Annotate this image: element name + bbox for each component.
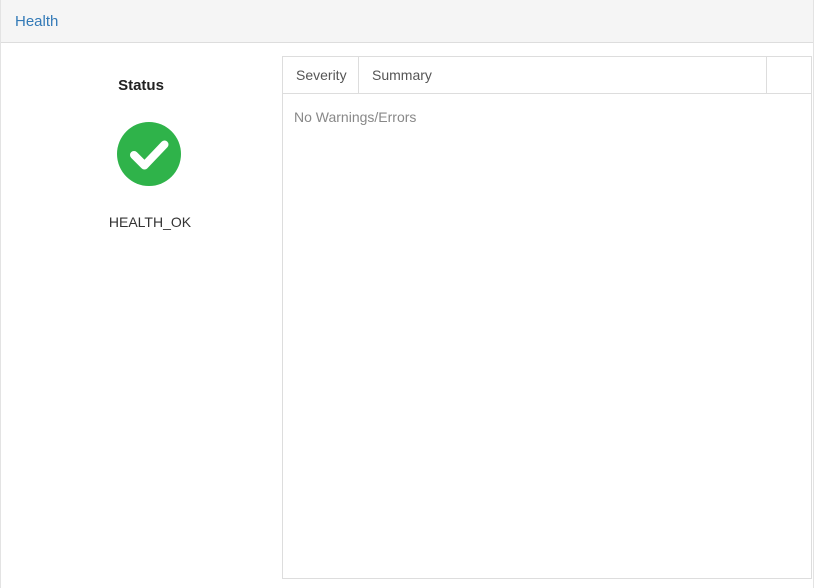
- column-header-severity[interactable]: Severity: [283, 57, 359, 93]
- panel-title-link[interactable]: Health: [15, 13, 58, 30]
- warnings-table: Severity Summary No Warnings/Errors: [282, 56, 812, 579]
- health-status-value: HEALTH_OK: [108, 214, 192, 230]
- panel-heading: Health: [1, 0, 813, 43]
- column-header-extra: [767, 57, 811, 93]
- table-header-row: Severity Summary: [283, 57, 811, 94]
- check-circle-icon: [117, 122, 181, 186]
- status-heading: Status: [118, 77, 164, 94]
- health-panel: Health Status HEALTH_OK Severity Summary…: [0, 0, 814, 588]
- column-header-summary[interactable]: Summary: [359, 57, 767, 93]
- empty-table-message: No Warnings/Errors: [294, 109, 417, 125]
